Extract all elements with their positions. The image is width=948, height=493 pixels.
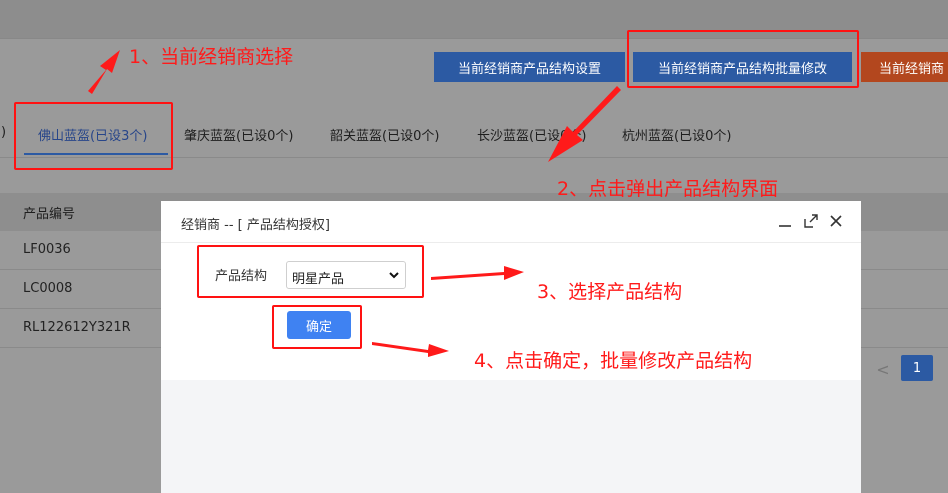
highlight-batch-modify — [627, 30, 859, 88]
annotation-step1: 1、当前经销商选择 — [129, 46, 294, 68]
annotation-step2: 2、点击弹出产品结构界面 — [557, 178, 779, 200]
tab-truncated[interactable]: ) — [1, 125, 6, 140]
tab-zhaoqing[interactable]: 肇庆蓝盔(已设0个) — [184, 125, 293, 144]
highlight-dealer-tab — [14, 102, 173, 170]
highlight-select — [197, 245, 424, 298]
product-code-cell: LF0036 — [23, 242, 71, 257]
modal-header: 经销商 -- [ 产品结构授权] — [161, 201, 861, 243]
close-icon[interactable] — [828, 213, 844, 229]
column-header-product-code: 产品编号 — [23, 207, 76, 222]
minimize-icon[interactable] — [777, 213, 793, 229]
product-code-cell: RL122612Y321R — [23, 320, 131, 335]
structure-setting-button[interactable]: 当前经销商产品结构设置 — [434, 52, 625, 82]
product-code-cell: LC0008 — [23, 281, 73, 296]
annotation-step4: 4、点击确定，批量修改产品结构 — [474, 350, 753, 372]
pager-page-1[interactable]: 1 — [901, 355, 933, 381]
highlight-confirm — [272, 305, 362, 349]
maximize-icon[interactable] — [803, 213, 819, 229]
third-action-button[interactable]: 当前经销商 — [861, 52, 948, 82]
tab-changsha[interactable]: 长沙蓝盔(已设0个) — [477, 125, 586, 144]
tab-hangzhou[interactable]: 杭州蓝盔(已设0个) — [622, 125, 731, 144]
pager-prev-button[interactable]: < — [870, 357, 896, 381]
arrow-step1 — [88, 50, 120, 94]
annotation-step3: 3、选择产品结构 — [537, 281, 683, 303]
tab-shaoguan[interactable]: 韶关蓝盔(已设0个) — [330, 125, 439, 144]
modal-title: 经销商 -- [ 产品结构授权] — [181, 218, 330, 233]
